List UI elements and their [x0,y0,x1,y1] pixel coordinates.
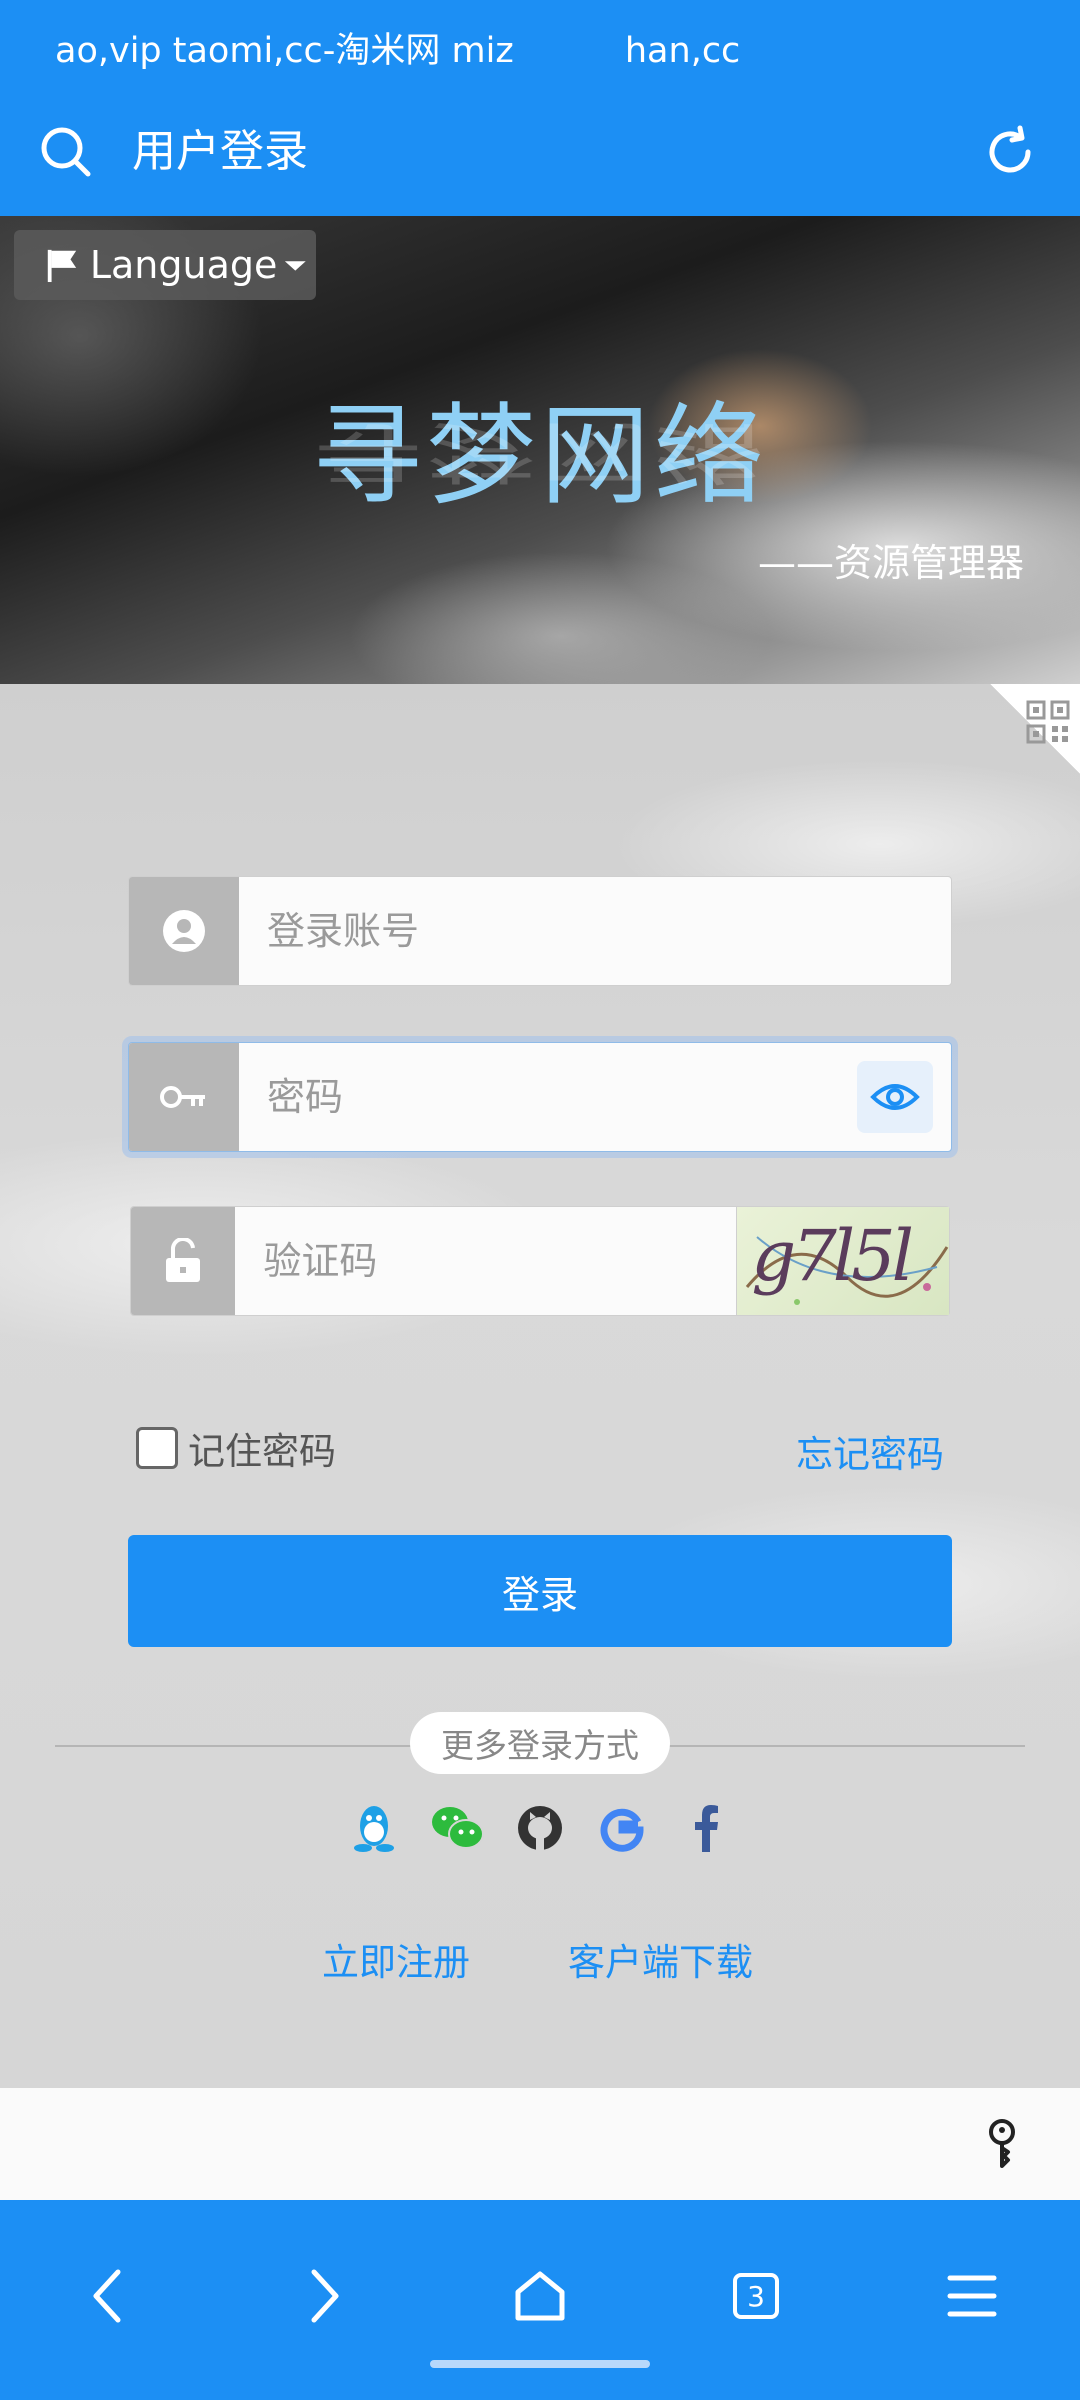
caret-down-icon [285,261,307,271]
key-icon [160,1086,205,1108]
eye-icon [870,1084,920,1110]
register-link[interactable]: 立即注册 [322,1932,470,1984]
chevron-left-icon [93,2269,121,2323]
account-input[interactable] [239,877,951,985]
search-icon [41,127,91,177]
search-button[interactable] [36,122,96,182]
marquee-ticker: ao,vip taomi,cc-淘米网 miz han,cc [55,22,840,71]
refresh-button[interactable] [980,122,1040,182]
language-label: Language [89,243,278,287]
ticker-item: han,cc [624,31,741,71]
remember-label: 记住密码 [188,1430,336,1473]
remember-password[interactable]: 记住密码 [136,1424,336,1473]
unlock-icon [166,1238,201,1282]
top-bar: ao,vip taomi,cc-淘米网 miz han,cc 用户登录 [0,0,1080,216]
github-icon [518,1806,562,1850]
user-icon [163,910,205,952]
captcha-input[interactable] [235,1207,737,1315]
browser-navbar: 3 [0,2200,1080,2400]
qq-icon [354,1806,394,1852]
facebook-login-button[interactable] [678,1800,734,1856]
tabs-count: 3 [733,2273,779,2319]
hamburger-menu-icon [947,2275,997,2317]
remember-checkbox[interactable] [136,1427,178,1469]
login-button[interactable]: 登录 [128,1535,952,1647]
account-field [128,876,952,986]
captcha-field: g7l5l [130,1206,950,1316]
captcha-text: g7l5l [751,1215,914,1297]
chevron-right-icon [311,2269,339,2323]
wechat-login-button[interactable] [430,1800,486,1856]
facebook-icon [695,1805,718,1852]
client-download-link[interactable]: 客户端下载 [568,1932,753,1984]
google-icon [600,1808,644,1852]
home-button[interactable] [508,2264,572,2328]
toggle-password-visibility[interactable] [857,1061,933,1133]
footer-strip [0,2088,1080,2200]
gesture-home-indicator[interactable] [430,2360,650,2368]
captcha-addon [131,1207,236,1315]
github-login-button[interactable] [512,1800,568,1856]
language-dropdown[interactable]: Language [14,230,316,300]
qr-code-icon [1026,700,1070,744]
flag-icon [47,249,77,283]
password-input[interactable] [239,1043,951,1151]
ticker-item: ao,vip taomi,cc-淘米网 miz [55,31,514,71]
home-icon [515,2271,565,2321]
password-addon [129,1043,239,1151]
wechat-icon [432,1807,484,1849]
qq-login-button[interactable] [346,1800,402,1856]
back-button[interactable] [76,2264,140,2328]
forgot-password-link[interactable]: 忘记密码 [796,1424,944,1478]
brand-reflection: 寻梦网络 [312,413,768,491]
hero-banner: Language 寻梦网络 寻梦网络 ——资源管理器 [0,216,1080,684]
brand-subtitle: ——资源管理器 [757,541,1024,585]
page-title: 用户登录 [132,126,308,177]
forward-button[interactable] [292,2264,356,2328]
tabs-button[interactable]: 3 [724,2264,788,2328]
captcha-image[interactable]: g7l5l [736,1207,949,1315]
menu-button[interactable] [940,2264,1004,2328]
refresh-icon [989,125,1031,173]
google-login-button[interactable] [594,1800,650,1856]
qr-login-corner[interactable] [990,684,1080,774]
more-login-label: 更多登录方式 [410,1712,670,1774]
password-field [128,1042,952,1152]
key-icon[interactable] [972,2114,1032,2174]
account-addon [129,877,239,985]
